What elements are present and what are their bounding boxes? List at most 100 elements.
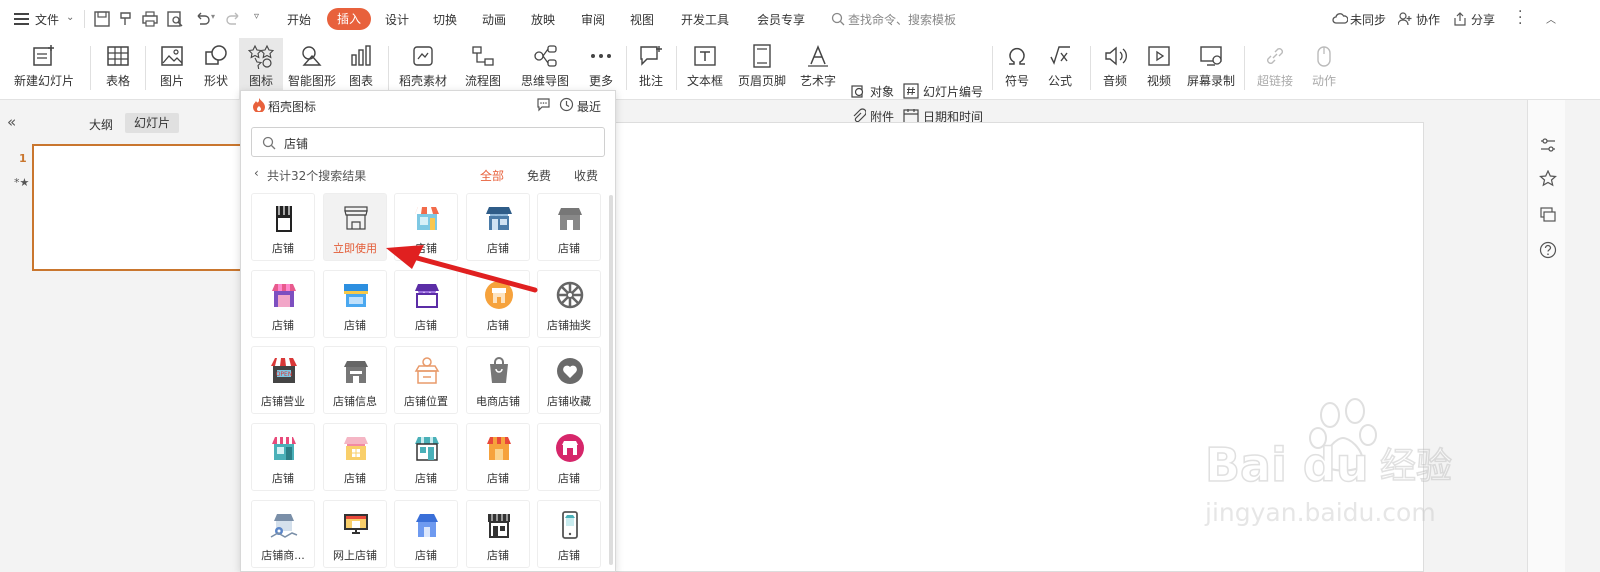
print-icon[interactable]: [141, 10, 159, 28]
collab-button[interactable]: 协作: [1416, 11, 1440, 28]
tab-design[interactable]: 设计: [385, 11, 409, 28]
properties-icon[interactable]: [1539, 136, 1557, 154]
header-footer-button[interactable]: 页眉页脚: [736, 38, 788, 100]
icon-gallery-popup: 稻壳图标 最近 店铺 ‹ 共计32个搜索结果 全部 免费 收费 店铺 立即使用 …: [240, 90, 616, 572]
icon-result-item[interactable]: 店铺: [323, 270, 387, 338]
video-button[interactable]: 视频: [1140, 38, 1178, 100]
icon-result-item[interactable]: 电商店铺: [466, 346, 530, 414]
slide-switch-icon[interactable]: [1539, 206, 1557, 224]
icon-result-item[interactable]: 店铺: [466, 423, 530, 491]
command-search[interactable]: 查找命令、搜索模板: [848, 11, 956, 28]
comment-button[interactable]: 批注: [632, 38, 670, 100]
icon-result-label: 店铺: [558, 242, 580, 255]
icon-result-item[interactable]: 店铺商...: [251, 500, 315, 568]
print-preview-icon[interactable]: [166, 10, 184, 28]
icon-result-item[interactable]: 店铺: [251, 270, 315, 338]
icon-search-field[interactable]: 店铺: [251, 127, 605, 157]
icon-result-item-hovered[interactable]: 立即使用: [323, 193, 387, 261]
icon-result-item[interactable]: 店铺: [394, 500, 458, 568]
file-menu[interactable]: 文件: [35, 11, 59, 28]
save-icon[interactable]: [93, 10, 111, 28]
textbox-label: 文本框: [686, 74, 723, 88]
tab-slideshow[interactable]: 放映: [531, 11, 555, 28]
tab-review[interactable]: 审阅: [581, 11, 605, 28]
undo-icon[interactable]: [193, 10, 211, 28]
feedback-icon[interactable]: [536, 97, 551, 112]
collapse-ribbon-icon[interactable]: ︿: [1546, 11, 1556, 26]
recent-button[interactable]: 最近: [577, 98, 601, 115]
tab-home[interactable]: 开始: [287, 11, 311, 28]
icon-result-item[interactable]: 店铺: [537, 193, 601, 261]
header-footer-icon: [753, 44, 771, 68]
table-button[interactable]: 表格: [98, 38, 138, 100]
icon-result-item[interactable]: 店铺: [537, 500, 601, 568]
icon-result-item[interactable]: 店铺: [537, 423, 601, 491]
icon-result-label: 店铺: [272, 472, 294, 485]
screen-record-button[interactable]: 屏幕录制: [1185, 38, 1237, 100]
use-now-button[interactable]: 立即使用: [324, 240, 386, 256]
more-options-icon[interactable]: · · ·: [1518, 5, 1522, 31]
textbox-button[interactable]: 文本框: [682, 38, 728, 100]
picture-button[interactable]: 图片: [152, 38, 192, 100]
customize-toolbar-icon[interactable]: ▿: [254, 11, 259, 22]
tab-slides[interactable]: 幻灯片: [125, 113, 179, 133]
shop-icon: [344, 284, 368, 307]
filter-all[interactable]: 全部: [480, 167, 504, 184]
baidu-watermark: Bai du 经验 jingyan.baidu.com: [1204, 398, 1453, 527]
icon-result-item[interactable]: 店铺收藏: [537, 346, 601, 414]
icon-result-item[interactable]: 网上店铺: [323, 500, 387, 568]
symbol-button[interactable]: 符号: [998, 38, 1036, 100]
collapse-panel-icon[interactable]: «: [7, 113, 16, 131]
icon-result-item[interactable]: 店铺: [323, 423, 387, 491]
tab-developer[interactable]: 开发工具: [681, 11, 729, 28]
tab-insert[interactable]: 插入: [327, 8, 371, 30]
new-slide-button[interactable]: 新建幻灯片: [6, 38, 82, 100]
tab-view[interactable]: 视图: [630, 11, 654, 28]
icon-result-item[interactable]: 店铺: [466, 500, 530, 568]
icon-result-item[interactable]: 店铺信息: [323, 346, 387, 414]
tab-animations[interactable]: 动画: [482, 11, 506, 28]
symbol-label: 符号: [1004, 74, 1029, 88]
chevron-down-icon[interactable]: ⌄: [66, 12, 74, 23]
chart-label: 图表: [348, 74, 373, 88]
formula-button[interactable]: 公式: [1041, 38, 1079, 100]
icon-result-item[interactable]: 店铺抽奖: [537, 270, 601, 338]
animation-star-icon[interactable]: [1539, 170, 1557, 188]
undo-dropdown-icon[interactable]: ▾: [211, 12, 215, 21]
icon-result-item[interactable]: 店铺: [251, 423, 315, 491]
help-icon[interactable]: [1539, 241, 1557, 259]
sync-status[interactable]: 未同步: [1350, 11, 1386, 28]
wordart-icon: [808, 45, 828, 67]
format-painter-icon[interactable]: [117, 10, 135, 28]
star-icon: *★: [14, 176, 30, 189]
tab-member[interactable]: 会员专享: [757, 11, 805, 28]
svg-text:Bai du: Bai du: [1205, 438, 1369, 492]
icon-result-label: 店铺: [344, 319, 366, 332]
slide-thumbnail[interactable]: [32, 144, 242, 271]
shop-icon: [344, 437, 368, 460]
object-button[interactable]: 对象: [850, 82, 894, 100]
hamburger-icon[interactable]: [14, 13, 30, 25]
filter-paid[interactable]: 收费: [574, 167, 598, 184]
popup-scrollbar[interactable]: [609, 195, 613, 565]
icon-result-label: 店铺: [272, 319, 294, 332]
more-label: 更多: [588, 74, 613, 88]
redo-icon[interactable]: [225, 10, 243, 28]
audio-button[interactable]: 音频: [1096, 38, 1134, 100]
shop-icon: [276, 206, 292, 232]
icon-result-item[interactable]: 店铺位置: [394, 346, 458, 414]
share-button[interactable]: 分享: [1471, 11, 1495, 28]
shape-button[interactable]: 形状: [196, 38, 236, 100]
filter-free[interactable]: 免费: [527, 167, 551, 184]
wordart-button[interactable]: 艺术字: [795, 38, 841, 100]
back-chevron-icon[interactable]: ‹: [254, 166, 259, 180]
icon-result-item[interactable]: 店铺: [394, 423, 458, 491]
icon-result-item[interactable]: 店铺: [251, 193, 315, 261]
slide-number-button[interactable]: 幻灯片编号: [903, 82, 983, 100]
shop-icon: [272, 284, 296, 307]
new-slide-label: 新建幻灯片: [13, 74, 74, 88]
icon-result-item[interactable]: OPEN 店铺营业: [251, 346, 315, 414]
tab-outline[interactable]: 大纲: [89, 116, 113, 133]
icon-result-label: 店铺: [487, 319, 509, 332]
tab-transitions[interactable]: 切换: [433, 11, 457, 28]
